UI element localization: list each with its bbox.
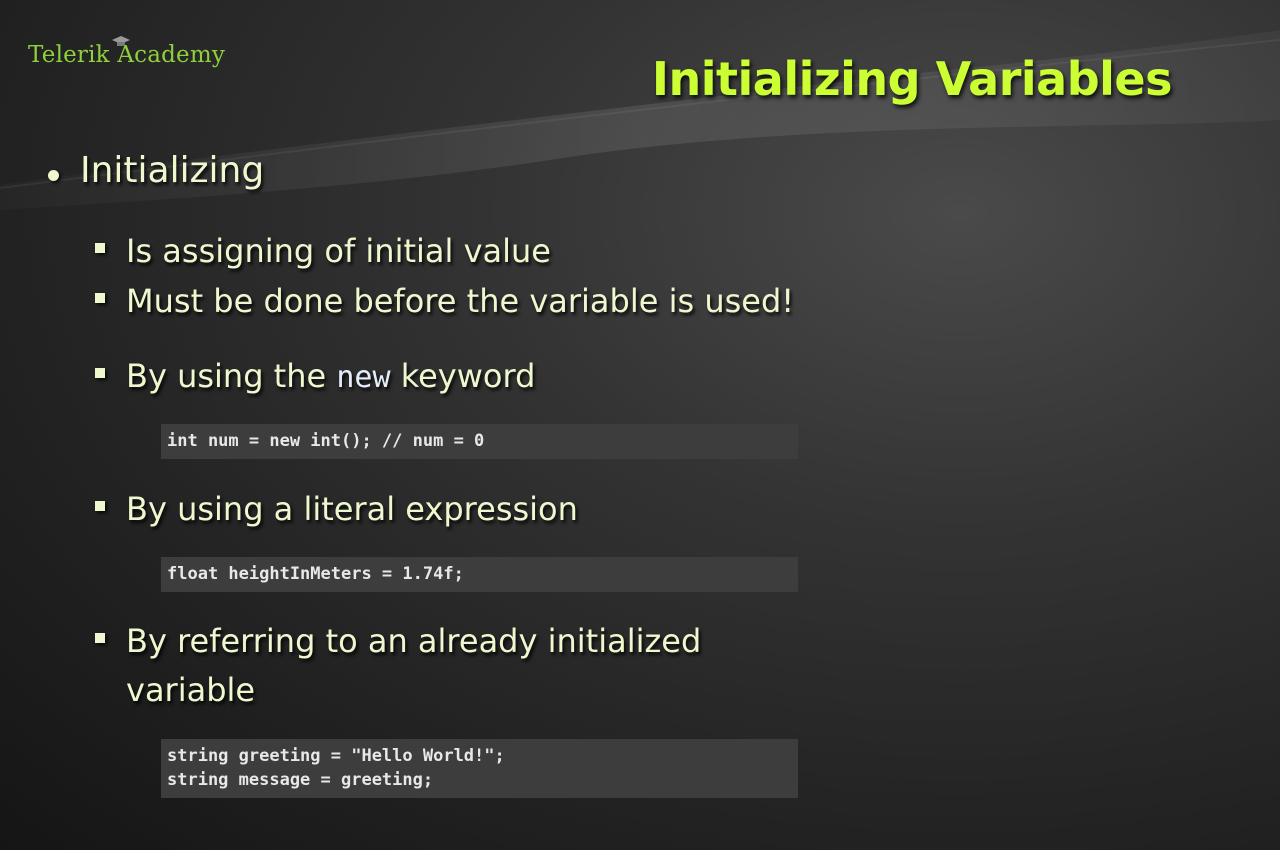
bullet-square-icon <box>95 243 105 253</box>
sub-bullet-label: Must be done before the variable is used… <box>126 282 795 320</box>
sub-bullet-label: By using a literal expression <box>126 490 578 528</box>
bullet-square-icon <box>95 633 105 643</box>
bullet-square-icon <box>95 368 105 378</box>
sub-bullet-label: Is assigning of initial value <box>126 232 551 270</box>
label-after: keyword <box>390 357 536 395</box>
label-line-2: variable <box>126 671 256 709</box>
label-before: By using the <box>126 357 337 395</box>
bullet-dot-icon <box>48 170 59 181</box>
code-line-2: string message = greeting; <box>167 770 434 790</box>
code-block-new: int num = new int(); // num = 0 <box>161 424 798 459</box>
sub-bullet-label: By using the new keyword <box>126 352 535 402</box>
graduation-cap-icon <box>112 36 130 46</box>
code-line-1: string greeting = "Hello World!"; <box>167 746 505 766</box>
bullet-square-icon <box>95 293 105 303</box>
label-line-1: By referring to an already initialized <box>126 622 702 660</box>
code-line: int num = new int(); // num = 0 <box>167 431 485 451</box>
sub-bullet-label: By referring to an already initialized va… <box>126 617 701 715</box>
code-block-referring: string greeting = "Hello World!"; string… <box>161 739 798 798</box>
code-line: float heightInMeters = 1.74f; <box>167 564 464 584</box>
bullet-square-icon <box>95 501 105 511</box>
telerik-academy-logo: Telerik Academy <box>28 36 225 68</box>
code-block-literal: float heightInMeters = 1.74f; <box>161 557 798 592</box>
new-keyword: new <box>336 360 391 395</box>
bullet-label: Initializing <box>80 150 265 191</box>
slide-title: Initializing Variables <box>651 52 1173 106</box>
